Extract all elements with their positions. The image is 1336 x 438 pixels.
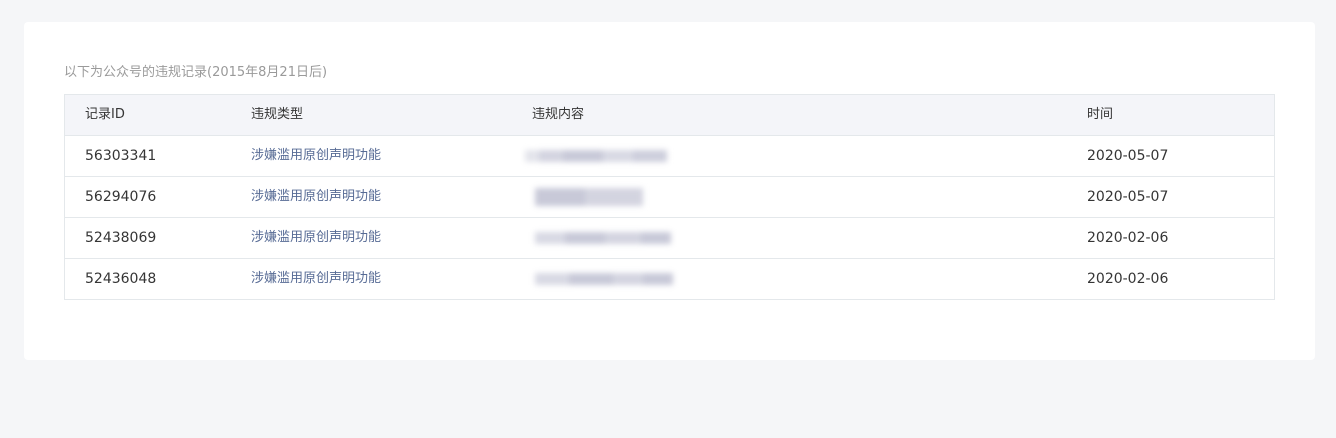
violation-records-table: 记录ID 违规类型 违规内容 时间 56303341 涉嫌滥用原创声明功能 20… (64, 94, 1275, 300)
violation-type-link[interactable]: 涉嫌滥用原创声明功能 (251, 177, 381, 217)
header-violation-content: 违规内容 (532, 107, 585, 122)
table-row: 52438069 涉嫌滥用原创声明功能 2020-02-06 (65, 217, 1274, 258)
blurred-content (535, 185, 655, 209)
record-time: 2020-02-06 (1087, 271, 1169, 287)
header-record-id: 记录ID (85, 107, 125, 122)
table-row: 56294076 涉嫌滥用原创声明功能 2020-05-07 (65, 176, 1274, 217)
violation-type-link[interactable]: 涉嫌滥用原创声明功能 (251, 136, 381, 176)
header-time: 时间 (1087, 107, 1114, 122)
blurred-content (525, 146, 675, 166)
records-caption: 以下为公众号的违规记录(2015年8月21日后) (64, 65, 328, 80)
table-row: 52436048 涉嫌滥用原创声明功能 2020-02-06 (65, 258, 1274, 299)
blurred-content (535, 269, 685, 289)
header-violation-type: 违规类型 (251, 107, 304, 122)
violation-type-link[interactable]: 涉嫌滥用原创声明功能 (251, 218, 381, 258)
violation-records-panel: 以下为公众号的违规记录(2015年8月21日后) 记录ID 违规类型 违规内容 … (24, 22, 1315, 360)
record-id: 52436048 (85, 271, 157, 287)
table-header-row: 记录ID 违规类型 违规内容 时间 (65, 95, 1274, 135)
record-time: 2020-05-07 (1087, 148, 1169, 164)
record-id: 56294076 (85, 189, 157, 205)
blurred-content (535, 228, 685, 248)
record-time: 2020-05-07 (1087, 189, 1169, 205)
record-id: 56303341 (85, 148, 157, 164)
table-row: 56303341 涉嫌滥用原创声明功能 2020-05-07 (65, 135, 1274, 176)
violation-type-link[interactable]: 涉嫌滥用原创声明功能 (251, 259, 381, 299)
record-id: 52438069 (85, 230, 157, 246)
record-time: 2020-02-06 (1087, 230, 1169, 246)
